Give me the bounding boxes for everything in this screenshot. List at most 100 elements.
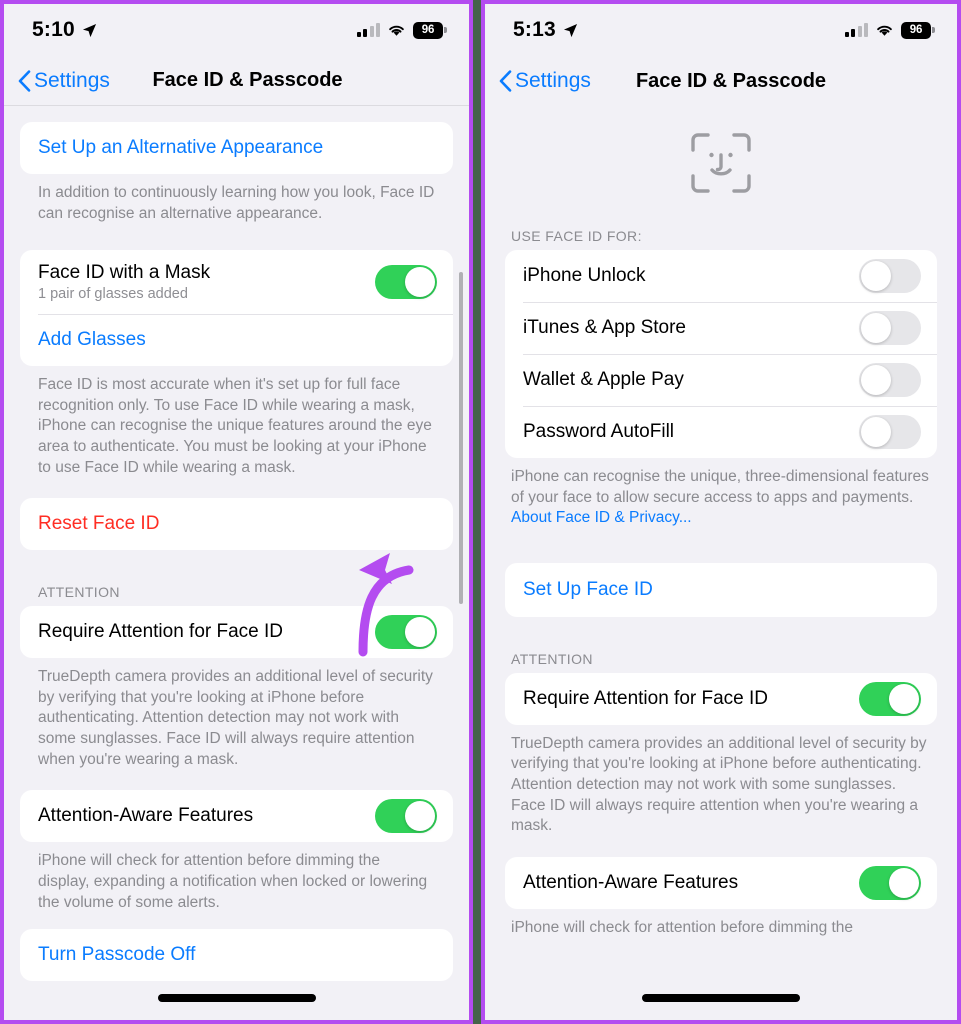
attention-aware-label: Attention-Aware Features	[523, 871, 739, 893]
password-autofill-toggle[interactable]	[859, 415, 921, 449]
battery-indicator: 96	[413, 21, 447, 39]
battery-indicator: 96	[901, 21, 935, 39]
attention-aware-row[interactable]: Attention-Aware Features	[505, 857, 937, 909]
back-label: Settings	[34, 68, 110, 92]
turn-passcode-off-card: Turn Passcode Off	[20, 929, 453, 982]
cellular-signal-icon	[844, 22, 868, 37]
cellular-signal-icon	[356, 22, 380, 37]
toggle-knob	[405, 801, 435, 832]
set-up-alternative-appearance-row[interactable]: Set Up an Alternative Appearance	[20, 122, 453, 174]
back-label: Settings	[515, 69, 591, 92]
require-attention-row[interactable]: Require Attention for Face ID	[20, 606, 453, 658]
toggle-knob	[889, 683, 919, 714]
set-up-face-id-row[interactable]: Set Up Face ID	[505, 563, 937, 617]
wifi-icon	[389, 25, 404, 36]
toggle-knob	[405, 267, 435, 298]
chevron-left-icon	[499, 70, 512, 92]
use-face-id-footnote: iPhone can recognise the unique, three-d…	[505, 458, 937, 529]
itunes-app-store-row[interactable]: iTunes & App Store	[505, 302, 937, 354]
itunes-app-store-label: iTunes & App Store	[523, 317, 687, 338]
left-phone-screenshot: 5:10 96 Settings Face ID & Passcode Set …	[0, 0, 473, 1024]
about-face-id-privacy-link[interactable]: About Face ID & Privacy...	[511, 509, 692, 526]
home-indicator	[642, 994, 800, 1002]
use-face-id-footnote-text: iPhone can recognise the unique, three-d…	[511, 468, 929, 506]
home-indicator	[157, 994, 316, 1002]
attention-aware-toggle[interactable]	[375, 799, 437, 834]
alternative-appearance-card: Set Up an Alternative Appearance	[20, 122, 453, 174]
mask-footnote: Face ID is most accurate when it's set u…	[38, 376, 432, 476]
reset-face-id-label: Reset Face ID	[38, 513, 160, 535]
face-id-with-mask-row[interactable]: Face ID with a Mask 1 pair of glasses ad…	[20, 250, 453, 314]
attention-section-header: ATTENTION	[38, 584, 120, 601]
set-up-face-id-card: Set Up Face ID	[505, 562, 937, 617]
wallet-apple-pay-row[interactable]: Wallet & Apple Pay	[505, 354, 937, 406]
iphone-unlock-label: iPhone Unlock	[523, 265, 646, 286]
require-attention-card: Require Attention for Face ID	[505, 672, 937, 725]
back-to-settings-button[interactable]: Settings	[499, 69, 591, 93]
status-left-group: 5:13	[513, 18, 578, 42]
reset-face-id-row[interactable]: Reset Face ID	[20, 498, 453, 550]
location-arrow-icon	[82, 23, 96, 37]
left-nav-bar: Settings Face ID & Passcode	[4, 56, 469, 106]
right-content: USE FACE ID FOR: iPhone Unlock iTunes & …	[485, 106, 957, 938]
add-glasses-row[interactable]: Add Glasses	[20, 314, 453, 366]
left-content: Set Up an Alternative Appearance In addi…	[4, 106, 469, 982]
two-phone-comparison: 5:10 96 Settings Face ID & Passcode Set …	[0, 0, 961, 1024]
attention-aware-partial-footnote: iPhone will check for attention before d…	[511, 918, 854, 936]
right-nav-bar: Settings Face ID & Passcode	[485, 56, 957, 106]
toggle-knob	[861, 365, 891, 395]
wallet-apple-pay-toggle[interactable]	[859, 363, 921, 397]
right-phone-screenshot: 5:13 96 Settings Face ID & Passcode USE …	[481, 0, 961, 1024]
right-status-bar: 5:13 96	[485, 4, 957, 56]
wallet-apple-pay-label: Wallet & Apple Pay	[523, 369, 684, 390]
attention-aware-card: Attention-Aware Features	[505, 856, 937, 909]
status-time: 5:13	[513, 18, 556, 41]
set-up-alternative-appearance-label: Set Up an Alternative Appearance	[38, 137, 324, 158]
require-attention-row[interactable]: Require Attention for Face ID	[505, 673, 937, 725]
require-attention-footnote: TrueDepth camera provides an additional …	[38, 668, 433, 768]
attention-aware-label: Attention-Aware Features	[38, 805, 254, 827]
status-left-group: 5:10	[32, 18, 97, 42]
add-glasses-label: Add Glasses	[38, 329, 146, 351]
require-attention-label: Require Attention for Face ID	[38, 621, 284, 643]
require-attention-toggle[interactable]	[375, 615, 437, 650]
attention-aware-card: Attention-Aware Features	[20, 790, 453, 843]
toggle-knob	[861, 313, 891, 343]
back-to-settings-button[interactable]: Settings	[18, 69, 110, 93]
require-attention-toggle[interactable]	[859, 681, 921, 716]
wifi-icon	[877, 25, 892, 36]
toggle-knob	[861, 261, 891, 291]
toggle-knob	[861, 417, 891, 447]
battery-level-text: 96	[909, 24, 923, 36]
status-time: 5:10	[32, 18, 75, 41]
turn-passcode-off-row[interactable]: Turn Passcode Off	[20, 929, 453, 981]
face-id-mask-card: Face ID with a Mask 1 pair of glasses ad…	[20, 250, 453, 367]
require-attention-footnote: TrueDepth camera provides an additional …	[511, 734, 927, 835]
battery-level-text: 96	[421, 24, 435, 36]
face-id-icon	[691, 133, 751, 193]
toggle-knob	[889, 867, 919, 898]
toggle-knob	[405, 617, 435, 648]
iphone-unlock-row[interactable]: iPhone Unlock	[505, 250, 937, 302]
require-attention-label: Require Attention for Face ID	[523, 687, 769, 709]
face-id-hero	[505, 106, 937, 228]
password-autofill-label: Password AutoFill	[523, 421, 675, 442]
attention-aware-row[interactable]: Attention-Aware Features	[20, 790, 453, 842]
face-id-with-mask-toggle[interactable]	[375, 265, 437, 300]
attention-aware-toggle[interactable]	[859, 865, 921, 900]
alternative-appearance-footnote: In addition to continuously learning how…	[38, 184, 435, 222]
set-up-face-id-label: Set Up Face ID	[523, 578, 653, 600]
attention-aware-footnote: iPhone will check for attention before d…	[38, 852, 428, 911]
use-face-id-card: iPhone Unlock iTunes & App Store Wallet …	[505, 250, 937, 458]
itunes-app-store-toggle[interactable]	[859, 311, 921, 345]
reset-face-id-card: Reset Face ID	[20, 498, 453, 551]
face-id-with-mask-subtitle: 1 pair of glasses added	[38, 286, 188, 303]
use-face-id-for-header: USE FACE ID FOR:	[511, 228, 642, 244]
location-arrow-icon	[563, 23, 577, 37]
require-attention-card: Require Attention for Face ID	[20, 606, 453, 659]
iphone-unlock-toggle[interactable]	[859, 259, 921, 293]
password-autofill-row[interactable]: Password AutoFill	[505, 406, 937, 458]
left-status-bar: 5:10 96	[4, 4, 469, 56]
left-scrollbar[interactable]	[459, 272, 463, 604]
status-right-group: 96	[356, 21, 447, 39]
